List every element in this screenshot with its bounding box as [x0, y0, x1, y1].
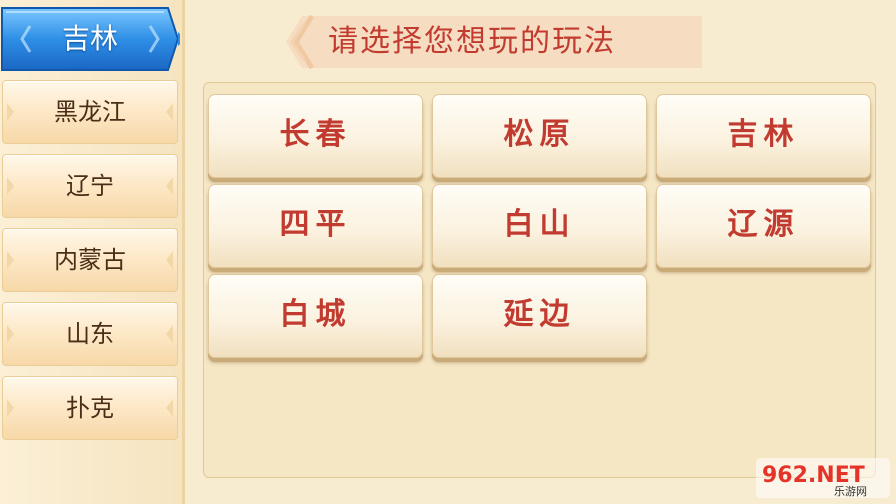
mode-button-label: 延边 [503, 297, 576, 332]
sidebar-item-neimenggu[interactable]: 内蒙古 [2, 228, 178, 292]
sidebar-item-heilongjiang[interactable]: 黑龙江 [2, 80, 178, 144]
mode-button-baicheng[interactable]: 白城 [208, 274, 423, 358]
sidebar-item-label: 山东 [66, 320, 114, 348]
mode-button-yanbian[interactable]: 延边 [432, 274, 647, 358]
mode-button-siping[interactable]: 四平 [208, 184, 423, 268]
watermark-logo: 962.NET 乐游网 [756, 458, 890, 498]
mode-button-label: 白山 [503, 207, 576, 242]
page-title: 请选择您想玩的玩法 [328, 24, 616, 59]
mode-button-label: 白城 [279, 297, 352, 332]
mode-button-label: 松原 [503, 117, 576, 152]
mode-button-label: 四平 [279, 207, 352, 242]
watermark-subtext: 乐游网 [834, 485, 867, 498]
sidebar-item-jilin[interactable]: 吉林 [0, 4, 180, 74]
mode-button-label: 长春 [279, 117, 352, 152]
page-header: 请选择您想玩的玩法 [282, 14, 702, 70]
sidebar-item-label: 黑龙江 [54, 98, 126, 126]
mode-button-liaoyuan[interactable]: 辽源 [656, 184, 871, 268]
mode-button-jilin[interactable]: 吉林 [656, 94, 871, 178]
sidebar-item-liaoning[interactable]: 辽宁 [2, 154, 178, 218]
province-sidebar: 吉林 黑龙江 辽宁 内蒙古 山东 扑克 [0, 0, 185, 504]
sidebar-item-shandong[interactable]: 山东 [2, 302, 178, 366]
mode-button-baishan[interactable]: 白山 [432, 184, 647, 268]
mode-button-label: 辽源 [727, 207, 800, 242]
mode-button-changchun[interactable]: 长春 [208, 94, 423, 178]
sidebar-item-label: 扑克 [66, 394, 114, 422]
mode-button-songyuan[interactable]: 松原 [432, 94, 647, 178]
sidebar-item-poker[interactable]: 扑克 [2, 376, 178, 440]
sidebar-item-label: 内蒙古 [54, 246, 126, 274]
sidebar-item-label: 吉林 [61, 22, 118, 55]
sidebar-item-label: 辽宁 [66, 172, 114, 200]
mode-button-label: 吉林 [727, 117, 800, 152]
